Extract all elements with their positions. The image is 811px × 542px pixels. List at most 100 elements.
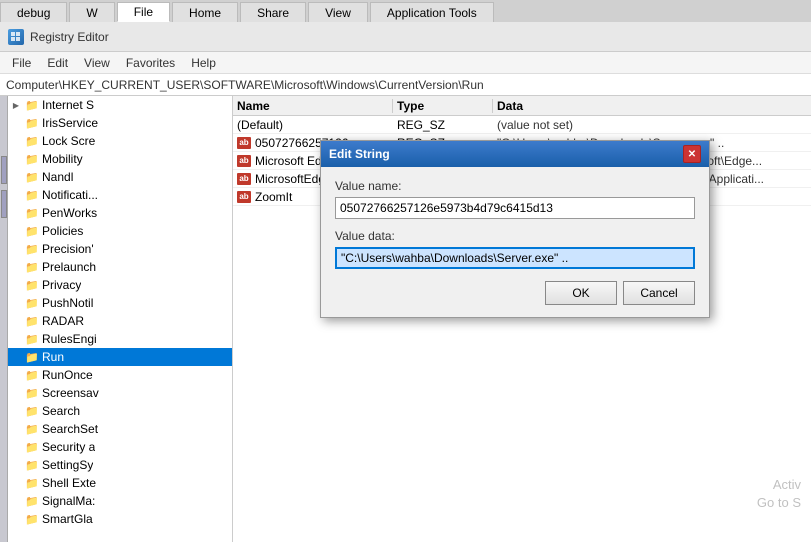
folder-icon: 📁 [25, 99, 39, 111]
dialog-title-bar: Edit String ✕ [321, 141, 709, 167]
tab-home[interactable]: Home [172, 2, 238, 22]
tree-item-label: RulesEngi [42, 332, 97, 346]
tree-arrow-icon [10, 315, 22, 327]
tree-item[interactable]: 📁SettingSy [8, 456, 232, 474]
tree-item-label: PushNotil [42, 296, 93, 310]
folder-icon: 📁 [25, 333, 39, 345]
tab-view[interactable]: View [308, 2, 368, 22]
value-data-input[interactable] [335, 247, 695, 269]
folder-icon: 📁 [25, 477, 39, 489]
tab-w[interactable]: W [69, 2, 114, 22]
tree-item-label: Nandl [42, 170, 73, 184]
menu-edit[interactable]: Edit [39, 54, 76, 72]
tab-file[interactable]: File [117, 2, 170, 22]
tree-item[interactable]: 📁SmartGla [8, 510, 232, 528]
folder-icon: 📁 [25, 189, 39, 201]
tree-arrow-icon [10, 495, 22, 507]
folder-icon: 📁 [25, 459, 39, 471]
tree-item-label: SettingSy [42, 458, 93, 472]
tree-item[interactable]: 📁IrisService [8, 114, 232, 132]
table-row[interactable]: (Default)REG_SZ(value not set) [233, 116, 811, 134]
tree-item[interactable]: 📁Screensav [8, 384, 232, 402]
folder-icon: 📁 [25, 369, 39, 381]
value-data-label: Value data: [335, 229, 695, 243]
folder-icon: 📁 [25, 243, 39, 255]
tree-arrow-icon [10, 171, 22, 183]
value-name-label: Value name: [335, 179, 695, 193]
col-header-name: Name [233, 99, 393, 113]
tree-item[interactable]: 📁RulesEngi [8, 330, 232, 348]
tree-item[interactable]: 📁Policies [8, 222, 232, 240]
reg-sz-icon: ab [237, 155, 251, 167]
tree-item[interactable]: 📁Shell Exte [8, 474, 232, 492]
tree-item[interactable]: 📁Lock Scre [8, 132, 232, 150]
tree-item[interactable]: ▶📁Internet S [8, 96, 232, 114]
row-type-cell: REG_SZ [393, 118, 493, 132]
tree-arrow-icon [10, 225, 22, 237]
dialog-close-button[interactable]: ✕ [683, 145, 701, 163]
menu-file[interactable]: File [4, 54, 39, 72]
tab-apptools[interactable]: Application Tools [370, 2, 494, 22]
tree-item[interactable]: 📁Search [8, 402, 232, 420]
row-name-cell: (Default) [233, 118, 393, 132]
tree-item[interactable]: 📁RADAR [8, 312, 232, 330]
tree-arrow-icon [10, 135, 22, 147]
value-name-input[interactable] [335, 197, 695, 219]
app-title: Registry Editor [30, 30, 109, 44]
tab-bar: debug W File Home Share View Application… [0, 0, 811, 22]
menu-view[interactable]: View [76, 54, 118, 72]
tree-item[interactable]: 📁Nandl [8, 168, 232, 186]
folder-icon: 📁 [25, 135, 39, 147]
tree-arrow-icon [10, 189, 22, 201]
tree-item[interactable]: 📁Privacy [8, 276, 232, 294]
ok-button[interactable]: OK [545, 281, 617, 305]
tree-item[interactable]: 📁Prelaunch [8, 258, 232, 276]
menu-favorites[interactable]: Favorites [118, 54, 183, 72]
watermark: Activ Go to S [757, 476, 801, 512]
sidebar: ▶📁Internet S📁IrisService📁Lock Scre📁Mobil… [8, 96, 233, 542]
tree-item-label: IrisService [42, 116, 98, 130]
tree-arrow-icon [10, 261, 22, 273]
menu-help[interactable]: Help [183, 54, 224, 72]
tree-item[interactable]: 📁Mobility [8, 150, 232, 168]
tab-debug[interactable]: debug [0, 2, 67, 22]
address-bar: Computer\HKEY_CURRENT_USER\SOFTWARE\Micr… [0, 74, 811, 96]
tree-item-label: Precision' [42, 242, 94, 256]
cancel-button[interactable]: Cancel [623, 281, 695, 305]
table-header: Name Type Data [233, 96, 811, 116]
tree-arrow-icon [10, 369, 22, 381]
tree-item[interactable]: 📁SearchSet [8, 420, 232, 438]
tree-item[interactable]: 📁PenWorks [8, 204, 232, 222]
row-data-cell: (value not set) [493, 118, 811, 132]
left-panel [0, 96, 8, 542]
tree-item-label: Notificati... [42, 188, 98, 202]
folder-icon: 📁 [25, 261, 39, 273]
folder-icon: 📁 [25, 495, 39, 507]
tree-item[interactable]: 📁SignalMa: [8, 492, 232, 510]
tree-item-label: Prelaunch [42, 260, 96, 274]
col-header-data: Data [493, 99, 811, 113]
tree-arrow-icon [10, 207, 22, 219]
tree-item[interactable]: 📁Run [8, 348, 232, 366]
folder-icon: 📁 [25, 297, 39, 309]
tree-arrow-icon [10, 513, 22, 525]
tree-item-label: Run [42, 350, 64, 364]
reg-sz-icon: ab [237, 173, 251, 185]
tree-arrow-icon [10, 387, 22, 399]
tree-item[interactable]: 📁PushNotil [8, 294, 232, 312]
app-icon [8, 29, 24, 45]
tree-arrow-icon [10, 153, 22, 165]
tree-item[interactable]: 📁RunOnce [8, 366, 232, 384]
tree-item[interactable]: 📁Precision' [8, 240, 232, 258]
tree-arrow-icon [10, 117, 22, 129]
tree-item[interactable]: 📁Notificati... [8, 186, 232, 204]
tree-item[interactable]: 📁Security a [8, 438, 232, 456]
tree-arrow-icon [10, 459, 22, 471]
folder-icon: 📁 [25, 117, 39, 129]
folder-icon: 📁 [25, 279, 39, 291]
folder-icon: 📁 [25, 441, 39, 453]
tree-arrow-icon [10, 279, 22, 291]
folder-icon: 📁 [25, 513, 39, 525]
tree-item-label: Shell Exte [42, 476, 96, 490]
tab-share[interactable]: Share [240, 2, 306, 22]
